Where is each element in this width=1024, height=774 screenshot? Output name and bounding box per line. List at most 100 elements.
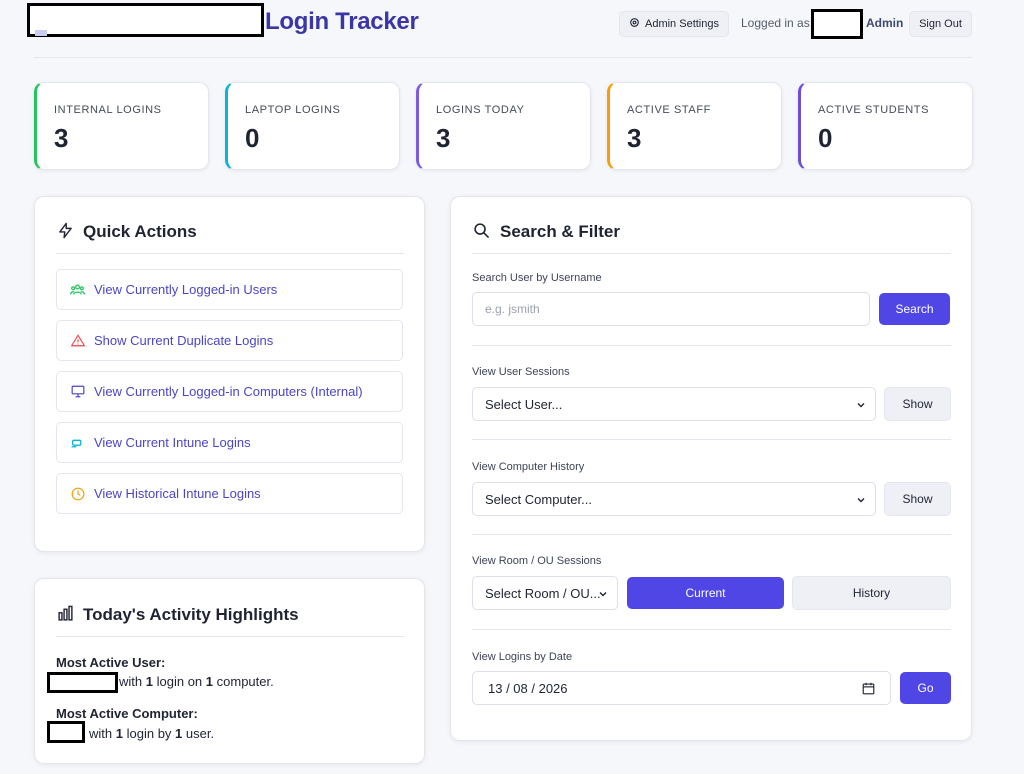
date-label: View Logins by Date — [472, 651, 573, 663]
go-button[interactable]: Go — [900, 672, 951, 704]
sign-out-label: Sign Out — [919, 18, 962, 30]
stat-card-logins-today: LOGINS TODAY 3 — [416, 82, 591, 170]
stat-card-internal-logins: INTERNAL LOGINS 3 — [34, 82, 209, 170]
section-divider — [472, 534, 951, 535]
stat-value: 3 — [54, 123, 69, 153]
history-room-button[interactable]: History — [792, 576, 951, 610]
go-button-label: Go — [917, 681, 934, 695]
most-active-user-label: Most Active User: — [56, 655, 166, 670]
date-input[interactable]: 13 / 08 / 2026 — [472, 671, 891, 705]
app-header: Login Tracker Admin Settings Logged in a… — [0, 0, 1024, 58]
computer-history-label: View Computer History — [472, 461, 585, 473]
hl-text: login on — [156, 674, 203, 689]
warning-icon — [70, 333, 85, 348]
stat-card-active-staff: ACTIVE STAFF 3 — [607, 82, 782, 170]
panel-divider — [472, 253, 951, 254]
action-label: Show Current Duplicate Logins — [94, 333, 274, 348]
date-value: 13 / 08 / 2026 — [488, 680, 568, 696]
stat-label: INTERNAL LOGINS — [54, 104, 162, 116]
current-button-label: Current — [685, 586, 726, 600]
action-label: View Currently Logged-in Computers (Inte… — [94, 384, 363, 399]
current-room-button[interactable]: Current — [627, 577, 784, 609]
section-divider — [472, 629, 951, 630]
action-view-intune-logins[interactable]: View Current Intune Logins — [56, 422, 403, 463]
hl-text: with — [119, 674, 143, 689]
stat-label: LOGINS TODAY — [436, 104, 525, 116]
hl-count: 1 — [145, 674, 153, 689]
hl-text: user. — [185, 726, 215, 741]
chevron-down-icon — [856, 493, 866, 508]
search-button[interactable]: Search — [879, 293, 950, 325]
hl-text: with — [89, 726, 113, 741]
show-computer-history-button[interactable]: Show — [884, 482, 951, 516]
sign-out-button[interactable]: Sign Out — [909, 11, 972, 37]
user-sessions-label: View User Sessions — [472, 366, 570, 378]
hl-count: 1 — [205, 674, 214, 689]
action-show-duplicate-logins[interactable]: Show Current Duplicate Logins — [56, 320, 403, 361]
action-label: View Currently Logged-in Users — [94, 282, 278, 297]
search-filter-panel: Search & Filter Search User by Username … — [450, 196, 972, 741]
lightning-icon — [57, 222, 74, 244]
stat-label: ACTIVE STAFF — [627, 104, 712, 116]
room-ou-label: View Room / OU Sessions — [472, 555, 602, 567]
admin-settings-label: Admin Settings — [645, 18, 719, 30]
most-active-user-detail: with 1 login on 1 computer. — [119, 674, 274, 689]
computer-select-value: Select Computer... — [485, 491, 592, 507]
chevron-down-icon — [598, 587, 608, 602]
admin-settings-button[interactable]: Admin Settings — [619, 11, 729, 37]
room-ou-select[interactable]: Select Room / OU... — [472, 576, 618, 610]
history-button-label: History — [852, 586, 891, 600]
brand-mark — [35, 30, 47, 36]
redacted-username — [811, 9, 863, 39]
stat-value: 3 — [436, 123, 451, 153]
action-label: View Current Intune Logins — [94, 435, 251, 450]
most-active-computer-label: Most Active Computer: — [56, 706, 198, 721]
quick-actions-panel: Quick Actions View Currently Logged-in U… — [34, 196, 425, 552]
stat-label: ACTIVE STUDENTS — [818, 104, 930, 116]
stat-value: 3 — [627, 123, 642, 153]
username-search-label: Search User by Username — [472, 272, 602, 284]
hl-count: 1 — [175, 726, 183, 741]
show-button-label: Show — [902, 397, 933, 411]
clock-icon — [70, 486, 85, 501]
redacted-computer-name — [47, 721, 85, 743]
redacted-logo — [27, 3, 264, 37]
user-select[interactable]: Select User... — [472, 387, 876, 421]
calendar-icon[interactable] — [862, 682, 875, 698]
redacted-user-name — [47, 672, 118, 693]
chevron-down-icon — [856, 398, 866, 413]
stat-card-laptop-logins: LAPTOP LOGINS 0 — [225, 82, 400, 170]
stat-value: 0 — [245, 123, 260, 153]
show-button-label: Show — [902, 492, 933, 506]
laptop-icon — [70, 435, 85, 450]
show-user-sessions-button[interactable]: Show — [884, 387, 951, 421]
bar-chart-icon — [57, 605, 74, 627]
highlights-title: Today's Activity Highlights — [83, 605, 299, 624]
users-icon — [70, 282, 85, 297]
gear-icon — [629, 17, 640, 31]
search-icon — [473, 222, 490, 244]
monitor-icon — [70, 384, 85, 399]
user-role-label: Admin — [866, 16, 904, 30]
hl-text: login by — [126, 726, 172, 741]
panel-divider — [56, 253, 404, 254]
header-divider — [34, 57, 972, 58]
search-button-label: Search — [895, 302, 934, 316]
action-view-logged-in-users[interactable]: View Currently Logged-in Users — [56, 269, 403, 310]
app-title: Login Tracker — [265, 8, 419, 35]
room-select-value: Select Room / OU... — [485, 585, 601, 601]
logged-in-label: Logged in as: — [741, 16, 814, 30]
action-label: View Historical Intune Logins — [94, 486, 261, 501]
quick-actions-title: Quick Actions — [83, 222, 197, 241]
computer-select[interactable]: Select Computer... — [472, 482, 876, 516]
user-select-value: Select User... — [485, 396, 563, 412]
search-filter-title: Search & Filter — [500, 222, 620, 241]
action-view-historical-intune-logins[interactable]: View Historical Intune Logins — [56, 473, 403, 514]
hl-count: 1 — [115, 726, 123, 741]
most-active-computer-detail: with 1 login by 1 user. — [89, 726, 214, 741]
stat-label: LAPTOP LOGINS — [245, 104, 341, 116]
action-view-logged-in-computers[interactable]: View Currently Logged-in Computers (Inte… — [56, 371, 403, 412]
hl-text: computer. — [216, 674, 274, 689]
username-search-input[interactable] — [472, 292, 870, 326]
panel-divider — [56, 636, 404, 637]
